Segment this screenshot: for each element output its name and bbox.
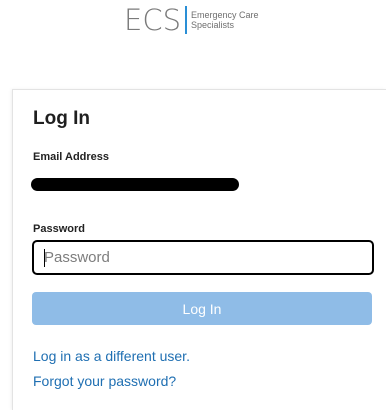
logo-mark: ECS	[124, 3, 181, 37]
password-field[interactable]	[32, 240, 374, 275]
login-page: ECS Emergency Care Specialists Log In Em…	[0, 0, 386, 410]
logo-subtitle-line2: Specialists	[190, 19, 235, 30]
login-button[interactable]: Log In	[32, 292, 372, 325]
email-value-redacted	[31, 178, 239, 191]
logo-subtitle: Emergency Care Specialists	[191, 10, 259, 30]
page-title: Log In	[33, 108, 90, 129]
logo-subtitle-line1: Emergency Care	[190, 9, 259, 20]
different-user-link[interactable]: Log in as a different user.	[33, 348, 190, 364]
ecs-logo: ECS Emergency Care Specialists	[124, 2, 259, 38]
text-caret	[44, 249, 45, 267]
email-label: Email Address	[33, 151, 110, 163]
logo-divider	[184, 6, 187, 34]
forgot-password-link[interactable]: Forgot your password?	[33, 373, 176, 389]
password-label: Password	[33, 223, 85, 235]
